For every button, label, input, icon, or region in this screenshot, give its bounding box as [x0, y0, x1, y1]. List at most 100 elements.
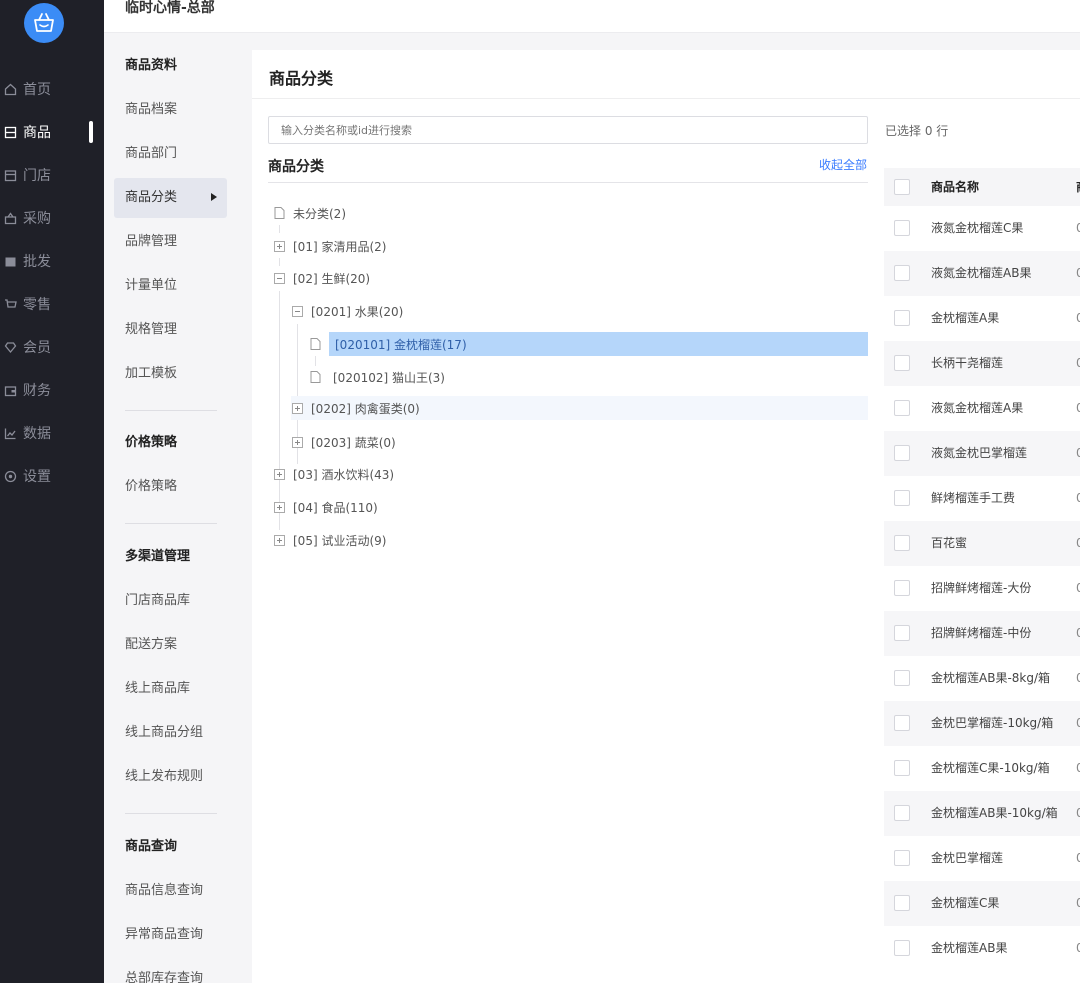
table-row[interactable]: 百花蜜 0 [884, 521, 1080, 566]
nav-item-finance[interactable]: 财务 [0, 375, 104, 405]
tree-node-food[interactable]: [04] 食品(110) [273, 495, 378, 519]
product-name-cell: 金枕榴莲A果 [931, 311, 1000, 325]
row-checkbox[interactable] [894, 940, 910, 956]
submenu-item-online-library[interactable]: 线上商品库 [114, 669, 227, 709]
submenu-item-info-query[interactable]: 商品信息查询 [114, 871, 227, 911]
table-row[interactable]: 金枕榴莲C果 0 [884, 881, 1080, 926]
tree-node-uncategorized[interactable]: 未分类(2) [273, 201, 346, 225]
submenu-item-publish-rule[interactable]: 线上发布规则 [114, 757, 227, 797]
nav-item-purchase[interactable]: 采购 [0, 203, 104, 233]
table-row[interactable]: 液氮金枕榴莲AB果 0 [884, 251, 1080, 296]
table-row[interactable]: 金枕榴莲C果-10kg/箱 0 [884, 746, 1080, 791]
row-checkbox[interactable] [894, 580, 910, 596]
row-checkbox[interactable] [894, 490, 910, 506]
expand-plus-icon[interactable] [273, 468, 285, 480]
row-checkbox[interactable] [894, 535, 910, 551]
expand-plus-icon[interactable] [291, 436, 303, 448]
table-row[interactable]: 金枕榴莲A果 0 [884, 296, 1080, 341]
tree-node-household[interactable]: [01] 家清用品(2) [273, 234, 386, 258]
product-name-cell: 百花蜜 [931, 536, 968, 550]
submenu-item-template[interactable]: 加工模板 [114, 354, 227, 394]
nav-item-store[interactable]: 门店 [0, 160, 104, 190]
submenu-item-abnormal-query[interactable]: 异常商品查询 [114, 915, 227, 955]
column-header-next[interactable]: 商 [1076, 168, 1080, 206]
tree-node-musang-king[interactable]: [020102] 猫山王(3) [309, 365, 445, 389]
submenu-item-unit[interactable]: 计量单位 [114, 266, 227, 306]
submenu-item-spec[interactable]: 规格管理 [114, 310, 227, 350]
submenu-item-delivery[interactable]: 配送方案 [114, 625, 227, 665]
submenu-divider [125, 813, 217, 814]
expand-plus-icon[interactable] [273, 501, 285, 513]
tree-node-beverage[interactable]: [03] 酒水饮料(43) [273, 462, 394, 486]
row-checkbox[interactable] [894, 400, 910, 416]
expand-plus-icon[interactable] [273, 240, 285, 252]
row-checkbox[interactable] [894, 805, 910, 821]
collapse-all-link[interactable]: 收起全部 [819, 156, 867, 173]
table-row[interactable]: 金枕榴莲AB果 0 [884, 926, 1080, 971]
table-row[interactable]: 金枕巴掌榴莲 0 [884, 836, 1080, 881]
nav-label: 数据 [23, 426, 51, 442]
row-checkbox[interactable] [894, 445, 910, 461]
tree-node-label: [020102] 猫山王(3) [333, 370, 445, 385]
table-row[interactable]: 长柄干尧榴莲 0 [884, 341, 1080, 386]
nav-label: 财务 [23, 383, 51, 399]
tree-node-fruit[interactable]: [0201] 水果(20) [291, 299, 403, 323]
table-row[interactable]: 金枕榴莲AB果-8kg/箱 0 [884, 656, 1080, 701]
row-checkbox[interactable] [894, 850, 910, 866]
tree-node-golden-durian-selected[interactable]: [020101] 金枕榴莲(17) [329, 332, 868, 356]
submenu-item-online-group[interactable]: 线上商品分组 [114, 713, 227, 753]
table-header: 商品名称 商 [884, 168, 1080, 206]
row-checkbox[interactable] [894, 310, 910, 326]
nav-active-indicator [89, 121, 93, 143]
table-row[interactable]: 招牌鲜烤榴莲-中份 0 [884, 611, 1080, 656]
tree-node-fresh[interactable]: [02] 生鲜(20) [273, 266, 370, 290]
submenu-item-brand[interactable]: 品牌管理 [114, 222, 227, 262]
next-cell: 0 [1076, 851, 1080, 865]
nav-item-data[interactable]: 数据 [0, 418, 104, 448]
collapse-minus-icon[interactable] [273, 272, 285, 284]
row-checkbox[interactable] [894, 760, 910, 776]
product-name-cell: 液氮金枕榴莲AB果 [931, 266, 1032, 280]
row-checkbox[interactable] [894, 625, 910, 641]
next-cell: 0 [1076, 266, 1080, 280]
table-row[interactable]: 液氮金枕榴莲C果 0 [884, 206, 1080, 251]
tree-node-meat-egg[interactable]: [0202] 肉禽蛋类(0) [291, 396, 868, 420]
tree-node-vegetable[interactable]: [0203] 蔬菜(0) [291, 430, 396, 454]
table-row[interactable]: 金枕榴莲AB果-10kg/箱 0 [884, 791, 1080, 836]
nav-item-wholesale[interactable]: 批发 [0, 246, 104, 276]
table-row[interactable]: 招牌鲜烤榴莲-大份 0 [884, 566, 1080, 611]
submenu-item-store-library[interactable]: 门店商品库 [114, 581, 227, 621]
submenu-item-product-archive[interactable]: 商品档案 [114, 90, 227, 130]
category-search-input[interactable] [268, 116, 868, 144]
expand-plus-icon[interactable] [291, 402, 303, 414]
row-checkbox[interactable] [894, 265, 910, 281]
expand-plus-icon[interactable] [273, 534, 285, 546]
row-checkbox[interactable] [894, 220, 910, 236]
column-header-product-name[interactable]: 商品名称 [931, 168, 979, 206]
product-name-cell: 招牌鲜烤榴莲-中份 [931, 626, 1032, 640]
submenu-item-product-category[interactable]: 商品分类 [114, 178, 227, 218]
product-name-cell: 金枕榴莲AB果-10kg/箱 [931, 806, 1058, 820]
table-row[interactable]: 鲜烤榴莲手工费 0 [884, 476, 1080, 521]
nav-item-home[interactable]: 首页 [0, 74, 104, 104]
tree-node-trial-event[interactable]: [05] 试业活动(9) [273, 528, 386, 552]
table-row[interactable]: 金枕巴掌榴莲-10kg/箱 0 [884, 701, 1080, 746]
product-icon [3, 125, 17, 139]
collapse-minus-icon[interactable] [291, 305, 303, 317]
submenu-item-stock-query[interactable]: 总部库存查询 [114, 959, 227, 983]
row-checkbox[interactable] [894, 715, 910, 731]
table-row[interactable]: 液氮金枕榴莲A果 0 [884, 386, 1080, 431]
purchase-icon [3, 211, 17, 225]
select-all-checkbox[interactable] [894, 179, 910, 195]
submenu-item-product-dept[interactable]: 商品部门 [114, 134, 227, 174]
nav-item-retail[interactable]: 零售 [0, 289, 104, 319]
product-name-cell: 招牌鲜烤榴莲-大份 [931, 581, 1032, 595]
nav-item-member[interactable]: 会员 [0, 332, 104, 362]
row-checkbox[interactable] [894, 355, 910, 371]
row-checkbox[interactable] [894, 670, 910, 686]
row-checkbox[interactable] [894, 895, 910, 911]
table-row[interactable]: 液氮金枕巴掌榴莲 0 [884, 431, 1080, 476]
basket-logo-icon[interactable] [24, 3, 64, 43]
submenu-item-price-policy[interactable]: 价格策略 [114, 467, 227, 507]
nav-item-settings[interactable]: 设置 [0, 461, 104, 491]
